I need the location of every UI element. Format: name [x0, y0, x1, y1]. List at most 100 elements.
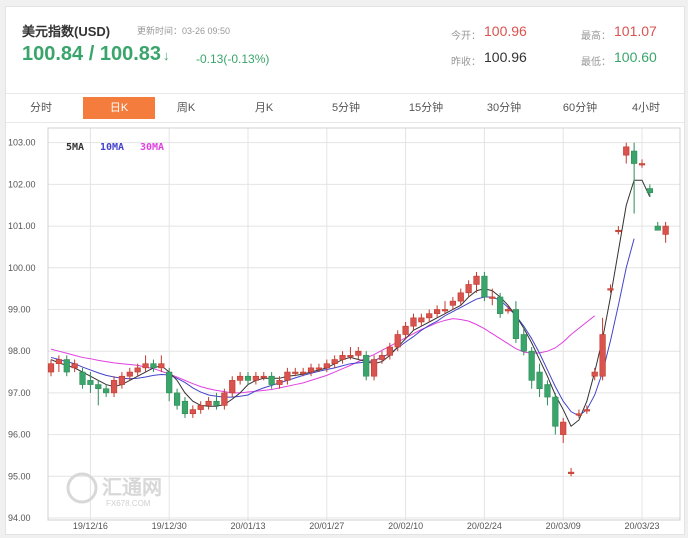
- candle-body: [134, 367, 141, 373]
- candle-body: [465, 284, 472, 294]
- candle-body: [378, 355, 386, 360]
- candle-body: [221, 392, 228, 406]
- y-tick-label: 102.00: [8, 179, 36, 189]
- candle-body: [268, 375, 275, 385]
- y-tick-label: 97.00: [8, 388, 31, 398]
- candle-body: [528, 350, 535, 381]
- candle-body: [654, 225, 661, 231]
- candle-body: [189, 409, 196, 415]
- candle-body: [213, 400, 220, 406]
- candle-body: [260, 375, 267, 379]
- y-tick-label: 100.00: [8, 263, 36, 273]
- candle-body: [552, 396, 559, 427]
- candle-body: [276, 380, 283, 385]
- candle-body: [449, 300, 456, 306]
- candle-body: [95, 384, 102, 390]
- candle-body: [110, 380, 118, 394]
- x-tick-label: 20/03/23: [624, 521, 659, 531]
- candle-body: [166, 371, 173, 394]
- candle-body: [339, 355, 346, 360]
- candle-body: [544, 384, 551, 398]
- candle-body: [229, 380, 236, 394]
- candle-body: [347, 355, 354, 358]
- x-tick-label: 20/01/13: [230, 521, 265, 531]
- y-tick-label: 96.00: [8, 430, 31, 440]
- x-tick-label: 20/02/10: [388, 521, 423, 531]
- candle-body: [363, 355, 370, 377]
- candle-body: [662, 225, 669, 235]
- candle-body: [181, 400, 189, 415]
- candle-body: [418, 317, 425, 323]
- candle-body: [173, 392, 181, 406]
- candle-body: [560, 421, 567, 435]
- candle-body: [237, 375, 244, 381]
- candle-body: [355, 350, 362, 356]
- plot-border: [47, 127, 681, 521]
- candle-body: [441, 309, 449, 312]
- candle-body: [142, 363, 149, 369]
- x-tick-label: 20/02/24: [467, 521, 502, 531]
- x-tick-label: 19/12/16: [73, 521, 108, 531]
- candle-body: [497, 296, 504, 314]
- candle-body: [47, 363, 55, 373]
- candle-body: [402, 325, 409, 335]
- candle-body: [567, 471, 575, 474]
- candle-body: [79, 371, 86, 385]
- candle-body: [434, 309, 441, 314]
- y-tick-label: 99.00: [8, 304, 31, 314]
- y-tick-label: 103.00: [8, 138, 36, 148]
- candle-body: [300, 371, 307, 374]
- candle-body: [244, 375, 252, 381]
- candle-body: [284, 371, 291, 381]
- candle-body: [71, 363, 78, 369]
- candle-body: [457, 292, 464, 302]
- candle-body: [646, 188, 653, 194]
- watermark-sub: FX678.COM: [106, 499, 151, 508]
- legend-ma10: 10MA: [100, 142, 124, 153]
- candle-body: [473, 275, 480, 285]
- candle-body: [197, 405, 204, 410]
- candle-body: [55, 359, 62, 365]
- candle-body: [536, 371, 543, 390]
- legend-ma5: 5MA: [66, 142, 84, 153]
- candle-body: [607, 288, 614, 291]
- candle-body: [631, 150, 638, 164]
- candle-body: [638, 163, 646, 166]
- candle-body: [583, 409, 590, 412]
- candle-body: [520, 334, 527, 352]
- y-tick-label: 94.00: [8, 513, 31, 523]
- candle-body: [504, 309, 512, 312]
- kline-chart: 103.00 102.00 101.00 100.00 99.00 98.00 97.00 9…: [8, 127, 681, 531]
- candle-body: [410, 317, 417, 327]
- x-tick-label: 19/12/30: [152, 521, 187, 531]
- x-tick-label: 20/03/09: [546, 521, 581, 531]
- candle-body: [623, 146, 630, 156]
- candle-body: [126, 371, 133, 377]
- candle-body: [370, 359, 378, 377]
- candle-body: [150, 363, 157, 369]
- y-tick-label: 98.00: [8, 346, 31, 356]
- candle-body: [394, 334, 401, 348]
- candle-body: [512, 309, 520, 339]
- candle-body: [323, 363, 330, 369]
- x-tick-label: 20/01/27: [309, 521, 344, 531]
- candle-body: [331, 359, 338, 365]
- y-tick-label: 101.00: [8, 221, 36, 231]
- y-tick-label: 95.00: [8, 471, 31, 481]
- candle-body: [591, 371, 598, 377]
- candle-body: [481, 275, 488, 298]
- candle-body: [386, 346, 393, 356]
- candle-body: [63, 359, 70, 373]
- watermark-brand: 汇通网: [102, 475, 162, 499]
- candle-body: [307, 367, 315, 373]
- candle-body: [118, 375, 126, 385]
- candle-body: [205, 400, 212, 406]
- candle-body: [292, 371, 299, 374]
- candle-body: [315, 367, 323, 370]
- candle-body: [87, 380, 94, 385]
- candle-body: [103, 388, 110, 394]
- watermark-logo-icon: [66, 472, 98, 504]
- candle-body: [252, 375, 259, 381]
- candle-body: [615, 229, 622, 233]
- candle-body: [158, 363, 165, 369]
